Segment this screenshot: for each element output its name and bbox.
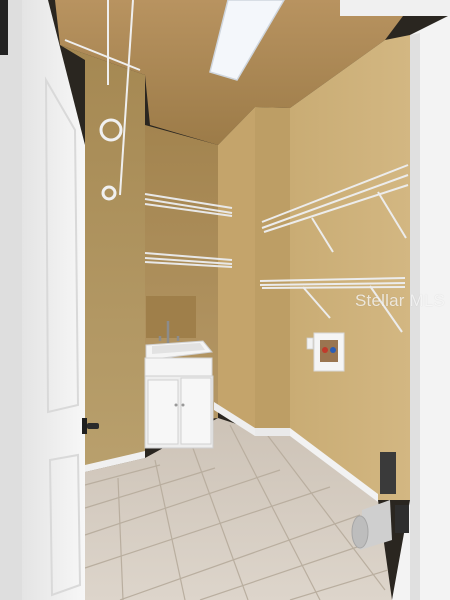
washer-box xyxy=(313,332,345,372)
laundry-room-photo: Stellar MLS xyxy=(0,0,450,600)
hinge-dark-strip xyxy=(0,0,8,55)
left-door-edge xyxy=(0,0,22,600)
alcove-wall xyxy=(218,107,255,430)
column-face xyxy=(255,107,290,430)
baseboard-column xyxy=(255,428,290,436)
listing-watermark: Stellar MLS xyxy=(355,291,446,310)
right-wall xyxy=(290,35,410,500)
left-door[interactable] xyxy=(22,0,85,600)
door-strike-plate xyxy=(395,505,409,533)
door-frame-top xyxy=(340,0,450,16)
wall-niche xyxy=(146,296,196,338)
right-door-frame-shadow xyxy=(410,33,420,600)
wall-outlet xyxy=(306,337,314,350)
